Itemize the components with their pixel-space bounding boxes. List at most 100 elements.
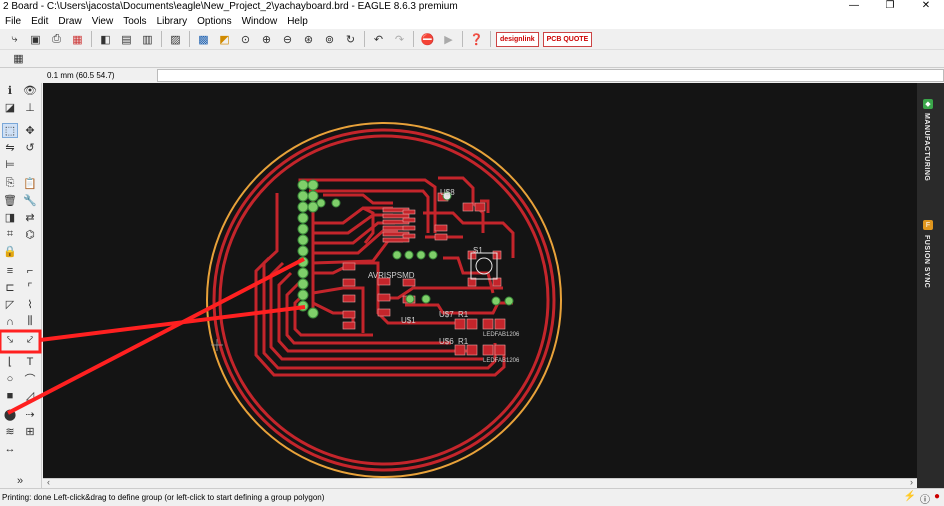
- pad: [342, 278, 356, 287]
- zoom-previous-icon[interactable]: ⊚: [320, 31, 339, 48]
- designlink-button[interactable]: designlink: [496, 31, 539, 47]
- lock-icon[interactable]: 🔒: [2, 244, 18, 259]
- script-icon[interactable]: ▤: [117, 31, 136, 48]
- menu-bar: File Edit Draw View Tools Library Option…: [0, 13, 944, 29]
- cam-icon[interactable]: ▦: [68, 31, 87, 48]
- meander-icon[interactable]: ⌇: [22, 297, 38, 312]
- pad: [454, 318, 466, 330]
- group-icon[interactable]: ⬚: [2, 123, 18, 138]
- copy-icon[interactable]: ⎘: [2, 176, 18, 191]
- pad: [342, 310, 356, 319]
- menu-draw[interactable]: Draw: [53, 16, 86, 27]
- polygon-icon[interactable]: ◿: [22, 388, 38, 403]
- close-button[interactable]: ✕: [908, 0, 944, 13]
- stop-status-icon[interactable]: ●: [934, 491, 940, 506]
- menu-library[interactable]: Library: [152, 16, 193, 27]
- pin: [297, 201, 309, 213]
- trace: [362, 206, 375, 244]
- name-icon[interactable]: ⌗: [2, 227, 18, 242]
- manufacturing-tab[interactable]: MANUFACTURING: [923, 113, 930, 181]
- wire-icon[interactable]: ⌊: [2, 354, 18, 369]
- restore-button[interactable]: ❐: [872, 0, 908, 13]
- coordinate-display: 0.1 mm (60.5 54.7): [47, 71, 115, 80]
- command-line-input[interactable]: [157, 69, 944, 82]
- zoom-fit-icon[interactable]: ⊙: [236, 31, 255, 48]
- go-icon[interactable]: ▶: [439, 31, 458, 48]
- save-icon[interactable]: ▣: [26, 31, 45, 48]
- split-icon[interactable]: ⌐: [22, 263, 38, 278]
- ratsnest-icon[interactable]: ≋: [2, 424, 18, 439]
- pad: [434, 224, 448, 232]
- trace: [383, 286, 503, 300]
- manufacturing-icon[interactable]: ◆: [923, 99, 933, 109]
- change-icon[interactable]: 🔧: [22, 193, 38, 208]
- optimize-icon[interactable]: ⊏: [2, 280, 18, 295]
- fusion-sync-tab[interactable]: FUSION SYNC: [923, 235, 930, 288]
- open-icon[interactable]: ⤷: [5, 31, 24, 48]
- ulp-icon[interactable]: ▥: [138, 31, 157, 48]
- display-icon[interactable]: ◪: [2, 100, 18, 115]
- redo-icon[interactable]: ↷: [390, 31, 409, 48]
- route-multi-icon[interactable]: ⫼: [22, 314, 38, 329]
- expand-toolbar-icon[interactable]: »: [12, 473, 28, 488]
- library-icon[interactable]: ▩: [194, 31, 213, 48]
- menu-tools[interactable]: Tools: [118, 16, 151, 27]
- board-icon[interactable]: ◧: [96, 31, 115, 48]
- scroll-right-icon[interactable]: ›: [910, 477, 913, 487]
- miter-icon[interactable]: ⌜: [22, 280, 38, 295]
- route-icon[interactable]: ⤥: [2, 333, 18, 348]
- ripup-icon[interactable]: ⤦: [22, 333, 38, 348]
- info-status-icon[interactable]: ⓘ: [920, 491, 930, 506]
- pin: [297, 234, 309, 246]
- grid-icon[interactable]: ▦: [9, 50, 28, 67]
- horizontal-scrollbar[interactable]: ‹ ›: [43, 477, 917, 488]
- text-icon[interactable]: T: [22, 354, 38, 369]
- circle-icon[interactable]: ○: [2, 371, 18, 386]
- paste-icon[interactable]: 📋: [22, 176, 38, 191]
- replace-icon[interactable]: ⇄: [22, 210, 38, 225]
- menu-window[interactable]: Window: [237, 16, 283, 27]
- layers-icon[interactable]: ▨: [166, 31, 185, 48]
- via-icon[interactable]: ⬤: [2, 407, 18, 422]
- zoom-out-icon[interactable]: ⊖: [278, 31, 297, 48]
- print-icon[interactable]: ⎙: [47, 31, 66, 48]
- menu-help[interactable]: Help: [282, 16, 313, 27]
- slice-icon[interactable]: ◸: [2, 297, 18, 312]
- scroll-left-icon[interactable]: ‹: [47, 477, 50, 487]
- undo-icon[interactable]: ↶: [369, 31, 388, 48]
- info-icon[interactable]: ℹ: [2, 83, 18, 98]
- rect-icon[interactable]: ■: [2, 388, 18, 403]
- help-icon[interactable]: ❓: [467, 31, 486, 48]
- smash-icon[interactable]: ≡: [2, 263, 18, 278]
- menu-options[interactable]: Options: [192, 16, 236, 27]
- value-icon[interactable]: ⌬: [22, 227, 38, 242]
- fusion-sync-icon[interactable]: F: [923, 220, 933, 230]
- stop-icon[interactable]: ⛔: [418, 31, 437, 48]
- redraw-icon[interactable]: ↻: [341, 31, 360, 48]
- add-icon[interactable]: ◨: [2, 210, 18, 225]
- mark-icon[interactable]: ⊥: [22, 100, 38, 115]
- length-icon[interactable]: ∩: [2, 314, 18, 329]
- pad: [466, 344, 478, 356]
- delete-icon[interactable]: 🗑: [2, 193, 18, 208]
- arc-icon[interactable]: ⌒: [22, 371, 38, 386]
- rotate-icon[interactable]: ↺: [22, 140, 38, 155]
- pcb-quote-button[interactable]: PCB QUOTE: [542, 31, 593, 47]
- drc-icon[interactable]: ⊞: [22, 424, 38, 439]
- zoom-select-icon[interactable]: ⊛: [299, 31, 318, 48]
- show-icon[interactable]: 👁: [22, 83, 38, 98]
- move-icon[interactable]: ✥: [22, 123, 38, 138]
- lightning-icon[interactable]: ⚡: [904, 491, 916, 506]
- zoom-in-icon[interactable]: ⊕: [257, 31, 276, 48]
- attribute-icon[interactable]: ↔: [2, 441, 18, 456]
- menu-file[interactable]: File: [0, 16, 26, 27]
- hole-icon[interactable]: ⇢: [22, 407, 38, 422]
- board-canvas[interactable]: AVRISPSMD S1 U$8 U$7 U$6 R1 R1 LEDFAB120…: [43, 83, 917, 488]
- menu-edit[interactable]: Edit: [26, 16, 53, 27]
- align-icon[interactable]: ⊨: [2, 157, 18, 172]
- minimize-button[interactable]: —: [836, 0, 872, 13]
- pin: [307, 190, 319, 202]
- menu-view[interactable]: View: [87, 16, 119, 27]
- mirror-icon[interactable]: ⇋: [2, 140, 18, 155]
- manage-icon[interactable]: ◩: [215, 31, 234, 48]
